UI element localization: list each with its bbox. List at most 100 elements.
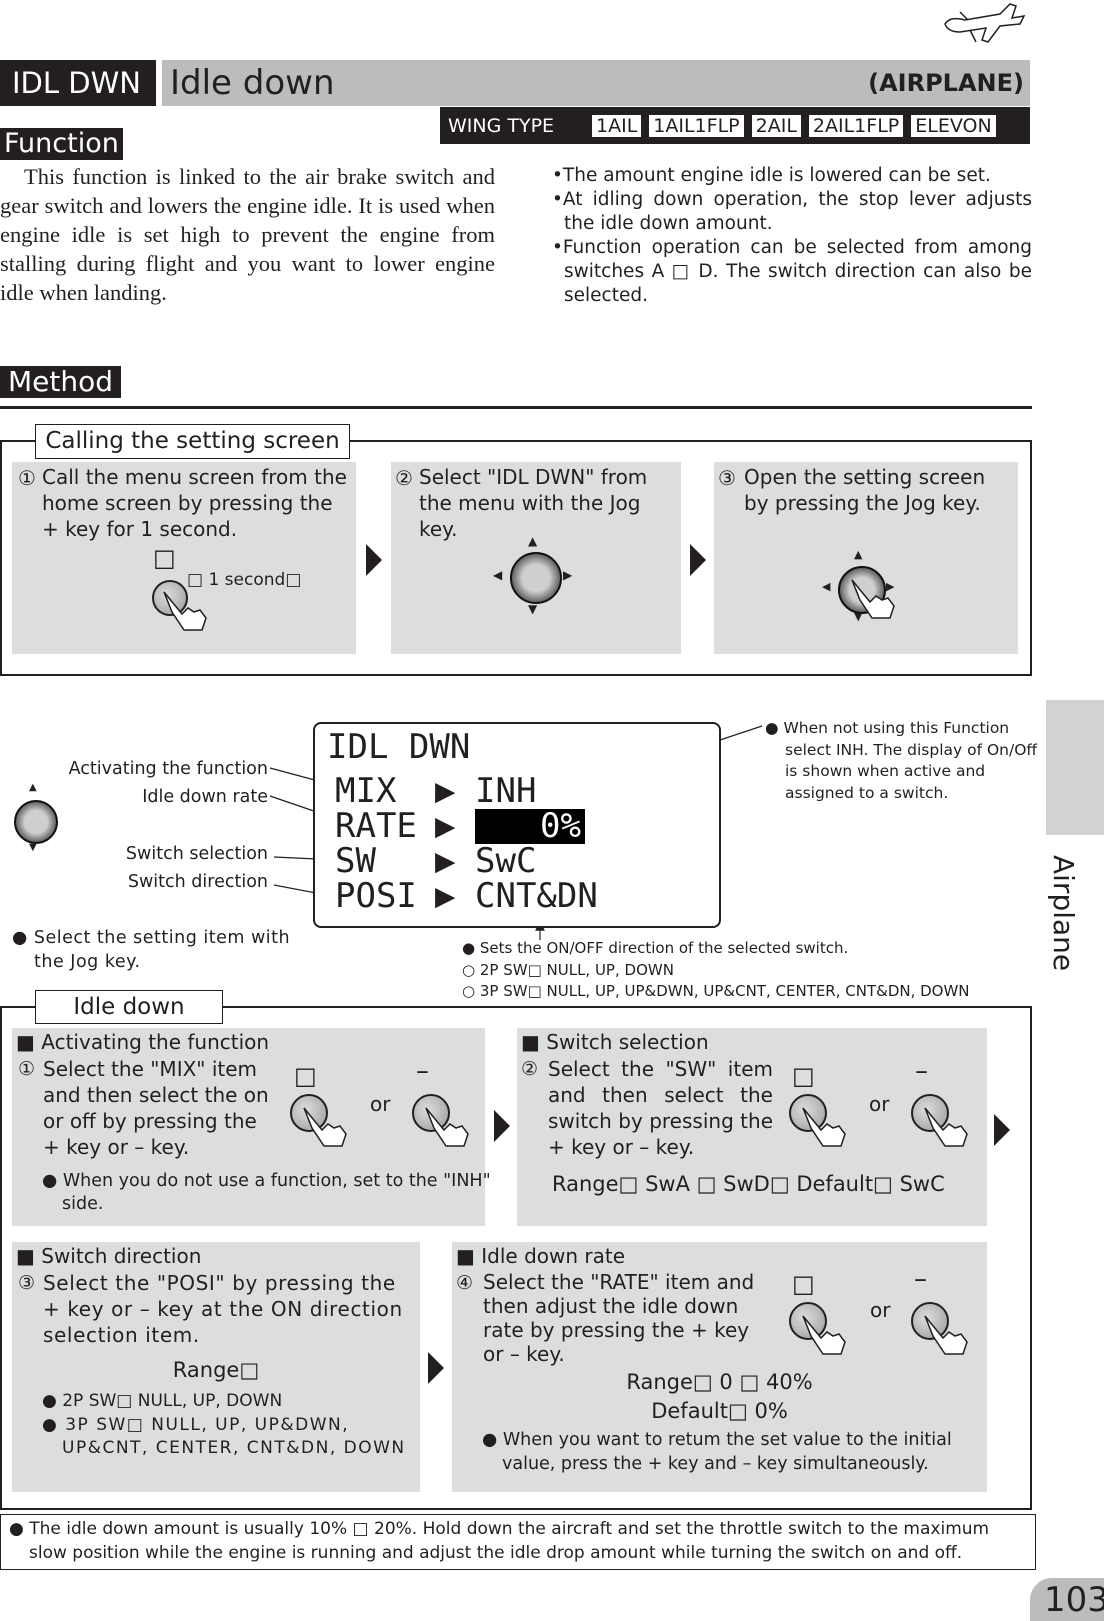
switch-direction-range-label: Range□ xyxy=(172,1358,260,1382)
pointing-hand-icon xyxy=(425,1107,469,1147)
wing-type-1ail1flp: 1AIL1FLP xyxy=(649,114,744,137)
step-number: ① xyxy=(18,466,36,490)
calling-step-3: ③ Open the setting screen by pressing th… xyxy=(714,462,1018,654)
plus-key-label: □ xyxy=(153,544,176,572)
pointing-hand-icon xyxy=(802,1315,846,1355)
step-number: ② xyxy=(521,1058,539,1080)
title-bar: Idle down (AIRPLANE) xyxy=(162,60,1030,106)
rate-heading: ■ Idle down rate xyxy=(456,1244,626,1268)
down-arrow-icon: ▼ xyxy=(528,602,538,616)
activating-panel: ■ Activating the function ① Select the "… xyxy=(12,1028,491,1226)
side-tab xyxy=(1046,700,1104,835)
pointing-hand-icon xyxy=(851,579,895,619)
minus-key-label: – xyxy=(915,1056,928,1086)
page-number: 103 xyxy=(1044,1580,1104,1620)
minus-key-label: – xyxy=(416,1056,429,1086)
up-arrow-icon: ▲ xyxy=(854,548,863,561)
wing-type-2ail1flp: 2AIL1FLP xyxy=(808,114,904,137)
rate-text: Select the "RATE" item and then adjust t… xyxy=(483,1270,755,1366)
page-number-tab: 103 xyxy=(1030,1578,1104,1621)
step-number: ③ xyxy=(18,1272,36,1294)
function-bullets: •The amount engine idle is lowered can b… xyxy=(552,164,1032,308)
lcd-value-posi: CNT&DN xyxy=(475,876,598,916)
direction-notes: ● Sets the ON/OFF direction of the selec… xyxy=(462,938,1022,1003)
pointing-hand-icon xyxy=(163,591,207,631)
switch-selection-range: Range□ SwA □ SwD□ Default□ SwC xyxy=(552,1172,945,1196)
lcd-item-posi: POSI xyxy=(335,876,417,916)
idle-down-title: Idle down xyxy=(35,990,223,1024)
or-label: or xyxy=(870,1298,891,1322)
direction-note: ○ 3P SW□ NULL, UP, UP&DWN, UP&CNT, CENTE… xyxy=(462,982,970,1000)
function-code: IDL DWN xyxy=(12,66,141,100)
next-arrow-icon xyxy=(690,544,706,576)
calling-step-1: ① Call the menu screen from the home scr… xyxy=(12,462,356,654)
direction-note: ● Sets the ON/OFF direction of the selec… xyxy=(462,939,849,957)
function-code-badge: IDL DWN xyxy=(0,60,156,106)
next-arrow-icon xyxy=(366,544,382,576)
plus-key-label: □ xyxy=(792,1062,815,1090)
step-text: Open the setting screen by pressing the … xyxy=(744,465,986,515)
or-label: or xyxy=(370,1092,391,1116)
switch-selection-text: Select the "SW" item and then select the… xyxy=(548,1057,773,1159)
switch-direction-heading: ■ Switch direction xyxy=(16,1244,202,1268)
lcd-title: IDL DWN xyxy=(327,727,471,767)
function-bullet: •At idling down operation, the stop leve… xyxy=(552,189,1032,234)
calling-step-2: ② Select "IDL DWN" from the menu with th… xyxy=(391,462,681,654)
lcd-row-sw[interactable]: SW ▶ SwC xyxy=(335,844,536,879)
pointing-hand-icon xyxy=(303,1107,347,1147)
rate-note: ● When you want to retum the set value t… xyxy=(482,1430,952,1474)
pointing-hand-icon xyxy=(802,1107,846,1147)
plus-key-label: □ xyxy=(294,1062,317,1090)
switch-direction-ranges: ● 2P SW□ NULL, UP, DOWN ● 3P SW□ NULL, U… xyxy=(42,1390,412,1461)
calling-screen-title: Calling the setting screen xyxy=(35,424,350,459)
next-arrow-icon xyxy=(428,1352,444,1384)
range-item: ● 2P SW□ NULL, UP, DOWN xyxy=(42,1391,283,1411)
lcd-arrow-icon: ▶ xyxy=(435,841,456,881)
rate-default: Default□ 0% xyxy=(651,1399,788,1423)
switch-direction-panel: ■ Switch direction ③ Select the "POSI" b… xyxy=(12,1242,420,1492)
switch-selection-heading: ■ Switch selection xyxy=(521,1030,709,1054)
wing-type-elevon: ELEVON xyxy=(911,114,996,137)
wing-type-1ail: 1AIL xyxy=(592,114,642,137)
plus-key-label: □ xyxy=(792,1270,815,1298)
wing-type-bar: WING TYPE 1AIL 1AIL1FLP 2AIL 2AIL1FLP EL… xyxy=(440,107,1030,144)
lcd-arrow-icon: ▶ xyxy=(435,771,456,811)
range-item: ● 3P SW□ NULL, UP, UP&DWN, UP&CNT, CENTE… xyxy=(42,1414,406,1459)
lcd-arrow-icon: ▶ xyxy=(435,806,456,846)
activating-heading: ■ Activating the function xyxy=(16,1030,270,1054)
lcd-value-mix: INH xyxy=(475,771,537,811)
next-arrow-icon xyxy=(494,1110,510,1142)
next-arrow-icon xyxy=(994,1114,1010,1146)
function-description: This function is linked to the air brake… xyxy=(0,164,495,305)
function-bullet: •Function operation can be selected from… xyxy=(552,237,1032,306)
step-number: ④ xyxy=(456,1272,474,1294)
pointing-hand-icon xyxy=(924,1107,968,1147)
method-heading: Method xyxy=(0,366,122,398)
lcd-item-mix: MIX xyxy=(335,771,397,811)
lcd-row-rate[interactable]: RATE ▶ 0% xyxy=(335,809,585,844)
side-tab-label: Airplane xyxy=(1047,855,1080,972)
rate-panel: ■ Idle down rate ④ Select the "RATE" ite… xyxy=(452,1242,987,1492)
lcd-row-mix[interactable]: MIX ▶ INH xyxy=(335,774,536,809)
wing-type-label: WING TYPE xyxy=(448,114,555,137)
jog-key-icon xyxy=(510,552,562,604)
step-text: Call the menu screen from the home scree… xyxy=(42,465,347,541)
right-arrow-icon: ▶ xyxy=(563,568,573,582)
lcd-row-posi[interactable]: POSI ▶ CNT&DN xyxy=(335,879,598,914)
up-arrow-icon: ▲ xyxy=(528,534,538,548)
select-item-note: ● Select the setting item with the Jog k… xyxy=(12,928,291,972)
function-heading: Function xyxy=(0,128,123,160)
pointing-hand-icon xyxy=(924,1315,968,1355)
method-divider xyxy=(0,406,1032,409)
lcd-item-sw: SW xyxy=(335,841,376,881)
lcd-value-sw: SwC xyxy=(475,841,537,881)
wing-type-2ail: 2AIL xyxy=(751,114,801,137)
switch-selection-panel: ■ Switch selection ② Select the "SW" ite… xyxy=(517,1028,987,1226)
footer-note-box: ● The idle down amount is usually 10% □ … xyxy=(0,1514,1036,1570)
or-label: or xyxy=(869,1092,890,1116)
lcd-arrow-icon: ▶ xyxy=(435,876,456,916)
lcd-value-rate: 0% xyxy=(475,809,585,844)
hold-duration: □ 1 second□ xyxy=(187,570,302,590)
activating-note: ● When you do not use a function, set to… xyxy=(42,1171,491,1214)
step-number: ② xyxy=(395,466,413,490)
